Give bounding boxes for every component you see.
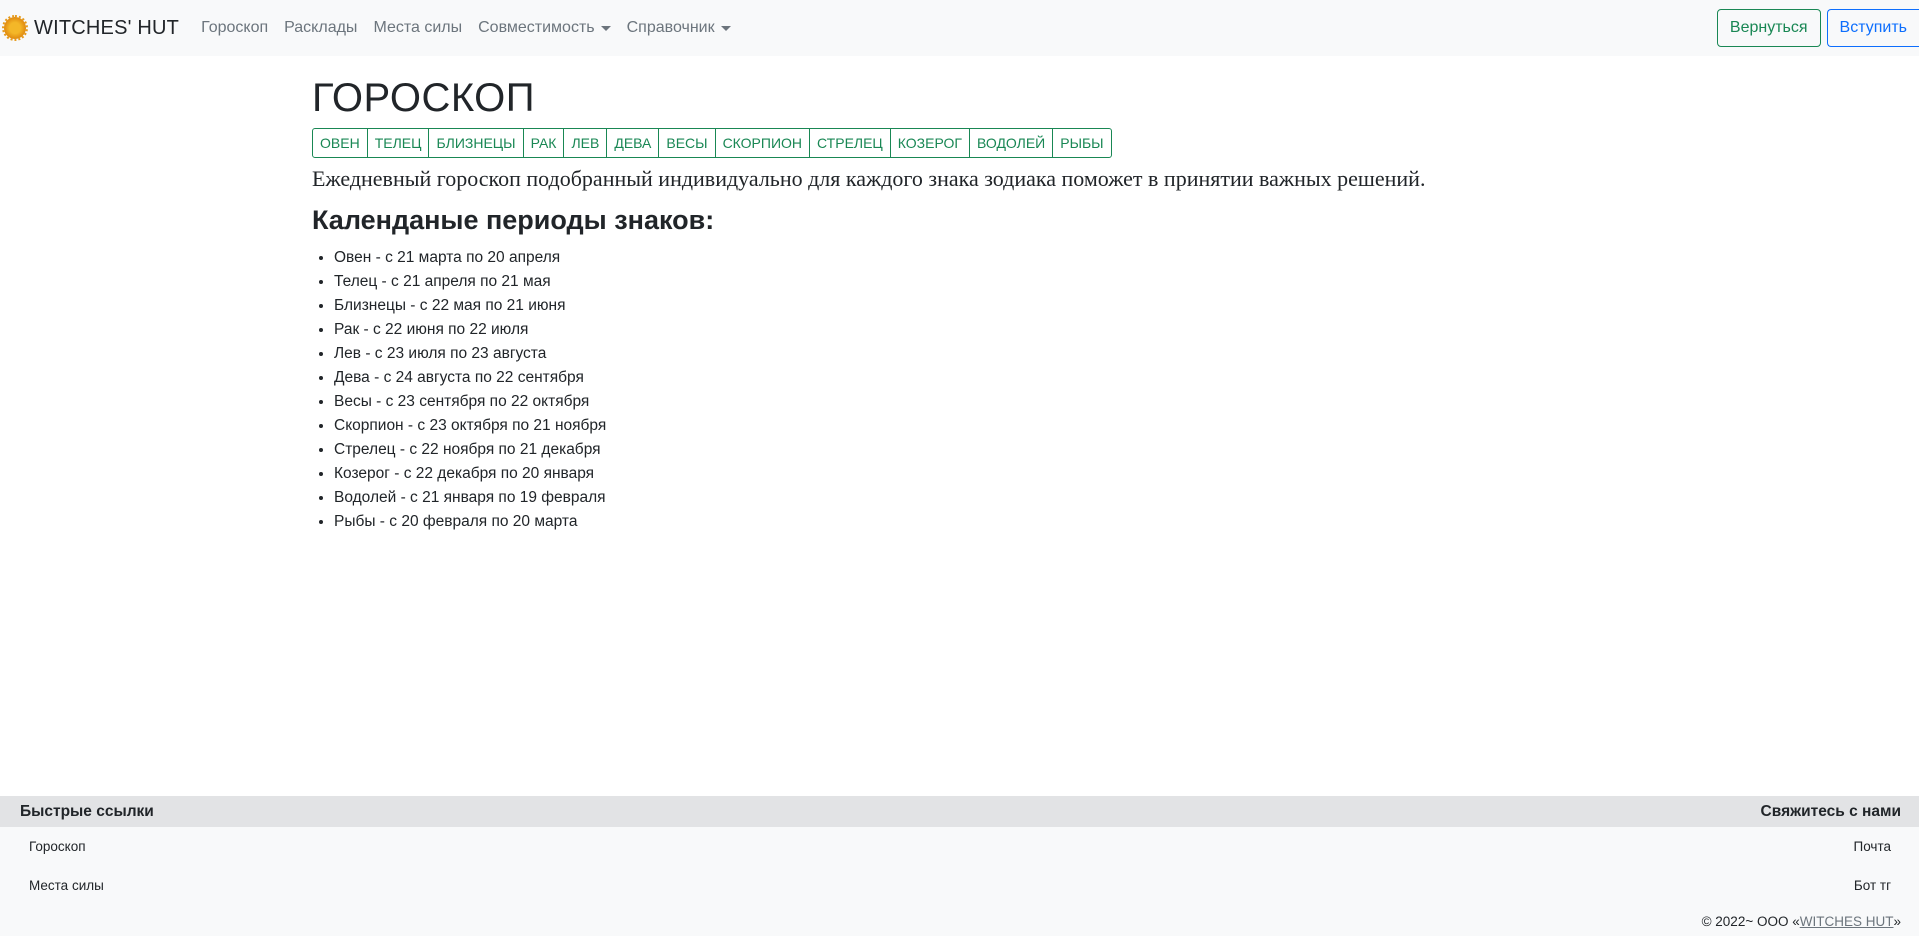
intro-text: Ежедневный гороскоп подобранный индивиду… [312,166,1426,191]
list-item: Овен - с 21 марта по 20 апреля [334,246,1612,270]
quick-links-title: Быстрые ссылки [20,803,154,820]
sign-button-libra[interactable]: ВЕСЫ [658,128,716,158]
list-item: Близнецы - с 22 мая по 21 июня [334,294,1612,318]
sign-button-leo[interactable]: ЛЕВ [563,128,608,158]
sign-button-virgo[interactable]: ДЕВА [606,128,660,158]
main-nav: Гороскоп Расклады Места силы Совместимос… [193,19,739,37]
sign-button-taurus[interactable]: ТЕЛЕЦ [366,128,430,158]
copyright-suffix: » [1893,914,1901,929]
page-title: ГОРОСКОП [312,76,536,120]
copyright-link[interactable]: WITCHES HUT [1800,914,1894,929]
footer-link-mail[interactable]: Почта [1854,839,1892,854]
brand-link[interactable]: WITCHES' HUT [2,15,180,41]
periods-list: Овен - с 21 марта по 20 апреля Телец - с… [312,246,1612,534]
list-item: Стрелец - с 22 ноября по 21 декабря [334,438,1612,462]
navbar: WITCHES' HUT Гороскоп Расклады Места сил… [0,0,1919,56]
periods-heading: Календаные периоды знаков: [312,205,715,235]
list-item: Рыбы - с 20 февраля по 20 марта [334,510,1612,534]
sign-button-aries[interactable]: ОВЕН [312,128,368,158]
list-item: Лев - с 23 июля по 23 августа [334,342,1612,366]
footer-header: Быстрые ссылки Свяжитесь с нами [0,796,1919,827]
nav-dropdown-reference[interactable]: Справочник [619,19,739,37]
sign-button-sagittarius[interactable]: СТРЕЛЕЦ [809,128,891,158]
list-item: Водолей - с 21 января по 19 февраля [334,486,1612,510]
sign-button-capricorn[interactable]: КОЗЕРОГ [889,128,970,158]
copyright-prefix: © 2022~ ООО « [1701,914,1800,929]
list-item: Козерог - с 22 декабря по 20 января [334,462,1612,486]
sun-logo-icon [2,15,28,41]
list-item: Рак - с 22 июня по 22 июля [334,318,1612,342]
nav-link-places[interactable]: Места силы [365,19,470,37]
sign-button-cancer[interactable]: РАК [522,128,565,158]
footer-link-tg-bot[interactable]: Бот тг [1854,878,1891,893]
nav-actions: Вернуться Вступить [1716,9,1919,47]
nav-dropdown-reference-label: Справочник [626,19,715,36]
sign-button-aquarius[interactable]: ВОДОЛЕЙ [968,128,1054,158]
list-item: Скорпион - с 23 октября по 21 ноября [334,414,1612,438]
contact-title: Свяжитесь с нами [1760,803,1901,820]
nav-dropdown-compatibility[interactable]: Совместимость [470,19,619,37]
list-item: Телец - с 21 апреля по 21 мая [334,270,1612,294]
main-content: ГОРОСКОП ОВЕН ТЕЛЕЦ БЛИЗНЕЦЫ РАК ЛЕВ ДЕВ… [312,70,1612,534]
footer: Гороскоп Места силы Почта Бот тг © 2022~… [0,827,1919,936]
footer-link-places[interactable]: Места силы [29,878,104,893]
sign-button-gemini[interactable]: БЛИЗНЕЦЫ [428,128,524,158]
back-button[interactable]: Вернуться [1716,9,1821,47]
join-button[interactable]: Вступить [1826,9,1919,47]
caret-down-icon [600,25,611,31]
brand-name: WITCHES' HUT [34,16,180,39]
sign-button-scorpio[interactable]: СКОРПИОН [714,128,811,158]
footer-link-horoscope[interactable]: Гороскоп [29,839,86,854]
nav-link-spreads[interactable]: Расклады [276,19,365,37]
list-item: Дева - с 24 августа по 22 сентября [334,366,1612,390]
caret-down-icon [720,25,731,31]
list-item: Весы - с 23 сентября по 22 октября [334,390,1612,414]
zodiac-sign-buttons: ОВЕН ТЕЛЕЦ БЛИЗНЕЦЫ РАК ЛЕВ ДЕВА ВЕСЫ СК… [312,128,1612,158]
nav-dropdown-compatibility-label: Совместимость [478,19,595,36]
nav-link-horoscope[interactable]: Гороскоп [193,19,276,37]
sign-button-pisces[interactable]: РЫБЫ [1052,128,1112,158]
copyright: © 2022~ ООО «WITCHES HUT» [1702,914,1901,929]
